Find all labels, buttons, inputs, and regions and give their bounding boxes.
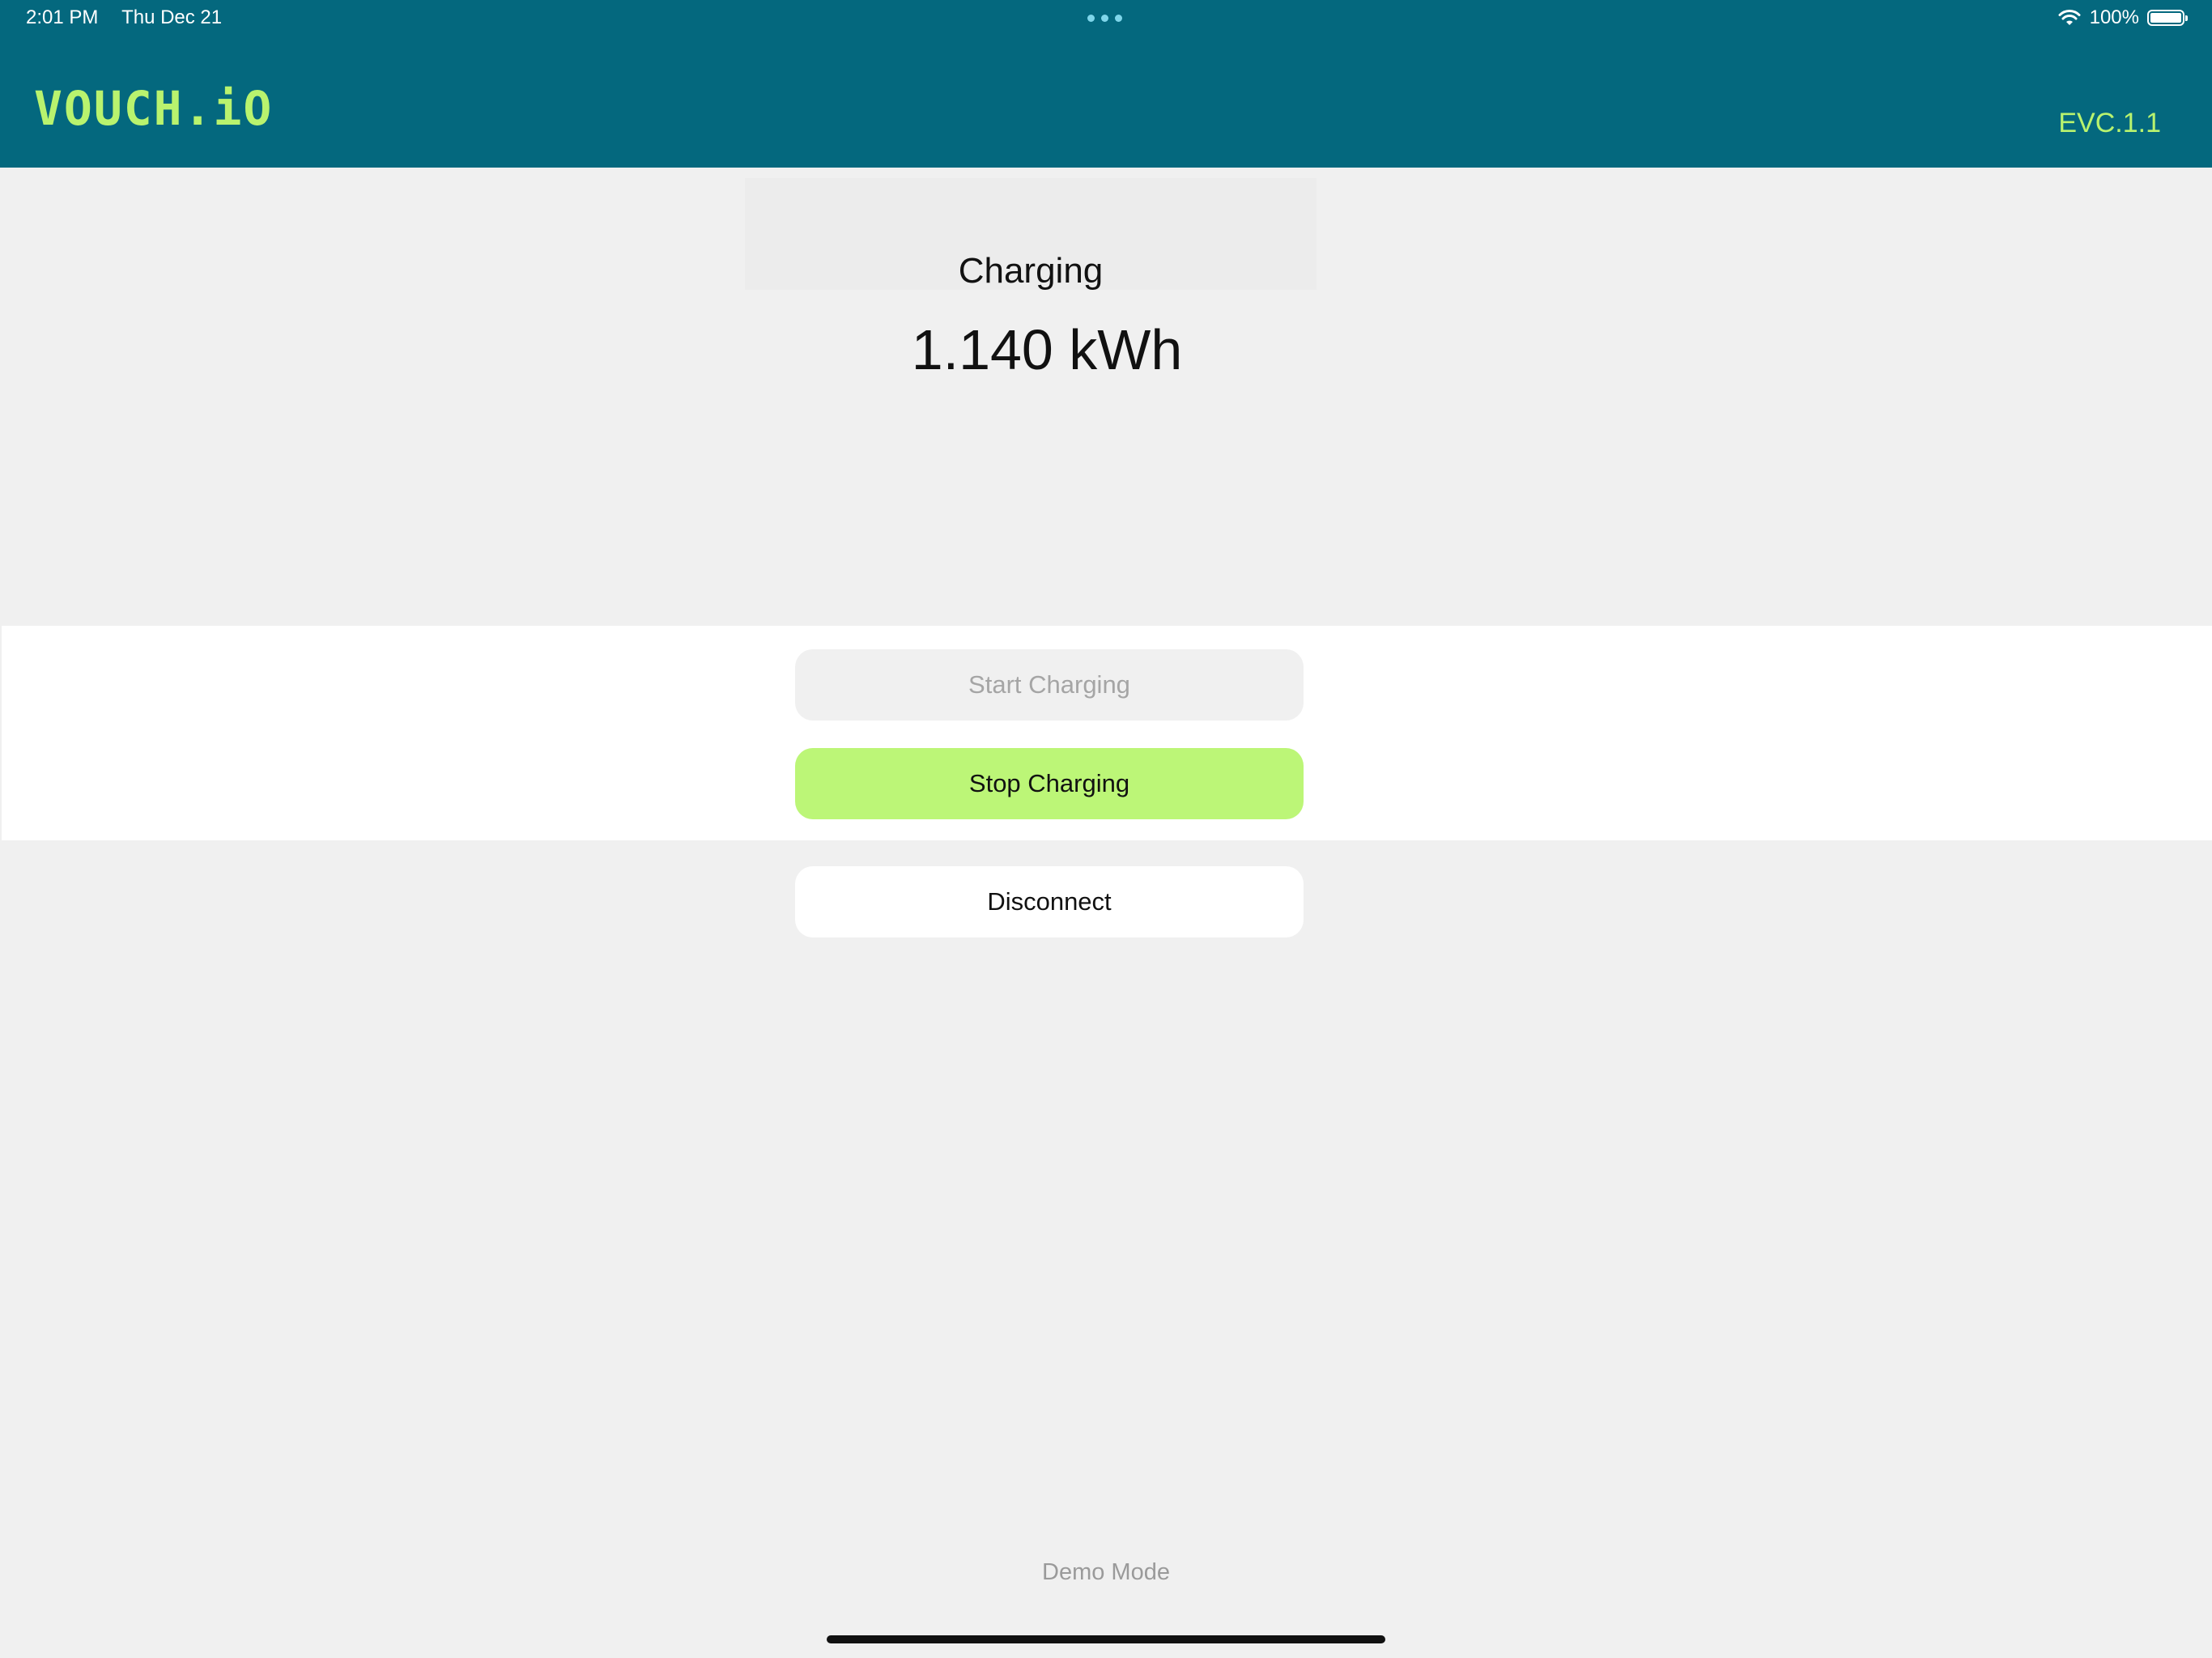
demo-mode-label: Demo Mode <box>1042 1559 1170 1585</box>
battery-fill <box>2150 13 2181 23</box>
app-header: 2:01 PM Thu Dec 21 100% VOUCH.iO EVC.1.1 <box>0 0 2212 168</box>
vouch-logo: VOUCH.iO <box>34 81 274 136</box>
battery-icon <box>2147 10 2188 26</box>
status-date: Thu Dec 21 <box>121 6 223 28</box>
stop-charging-button[interactable]: Stop Charging <box>795 748 1304 819</box>
home-indicator[interactable] <box>827 1635 1385 1643</box>
energy-readout: 1.140 kWh <box>911 318 1183 381</box>
ellipsis-icon[interactable] <box>1087 15 1123 23</box>
disconnect-button[interactable]: Disconnect <box>795 866 1304 937</box>
status-bar-right: 100% <box>2057 6 2188 29</box>
start-charging-button[interactable]: Start Charging <box>795 649 1304 721</box>
status-bar-left: 2:01 PM Thu Dec 21 <box>26 6 222 29</box>
charging-status-title: Charging <box>958 251 1104 291</box>
charging-status-card: Charging <box>745 178 1317 291</box>
version-label: EVC.1.1 <box>2058 108 2161 138</box>
battery-percentage: 100% <box>2089 6 2139 28</box>
wifi-icon <box>2058 10 2081 25</box>
status-time: 2:01 PM <box>26 6 99 28</box>
